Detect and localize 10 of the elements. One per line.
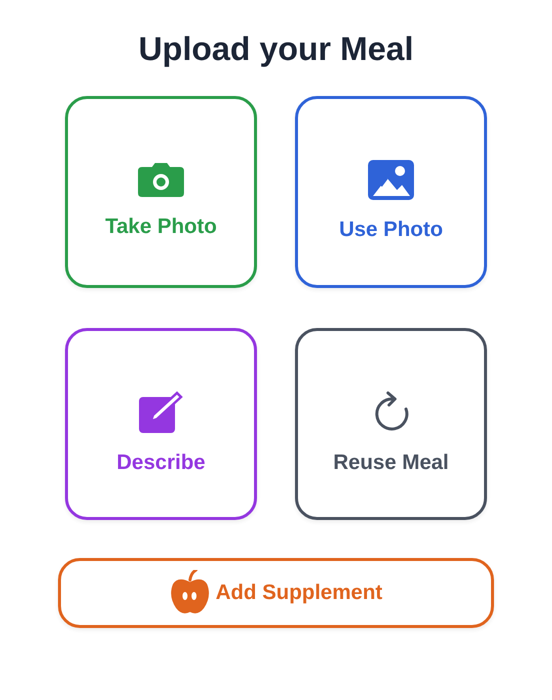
option-button[interactable]: Use Photo <box>295 96 487 288</box>
edit-icon <box>139 391 183 433</box>
page-title: Upload your Meal <box>138 30 414 68</box>
option-button[interactable]: Reuse Meal <box>295 328 487 520</box>
camera-icon <box>138 163 184 197</box>
option-button[interactable]: Take Photo <box>65 96 257 288</box>
add-supplement-button[interactable]: Add Supplement <box>58 558 494 628</box>
apple-icon <box>170 570 210 616</box>
option-button[interactable]: Describe <box>65 328 257 520</box>
image-icon <box>368 160 414 200</box>
